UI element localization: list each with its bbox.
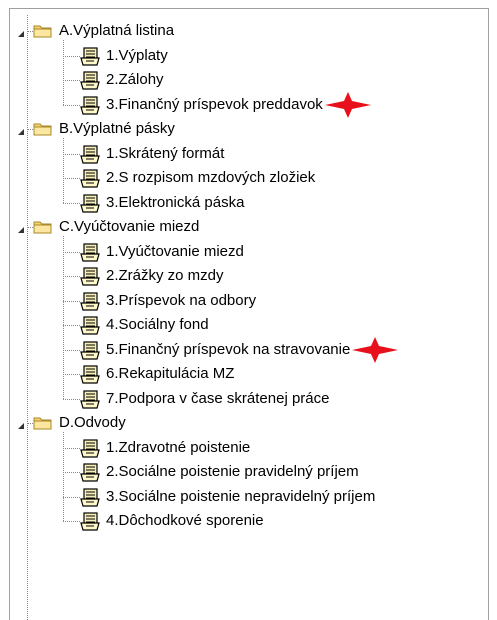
report-page-icon [80,267,102,286]
report-page-icon [80,71,102,90]
tree-connector [63,178,80,179]
expanded-triangle-icon[interactable] [16,124,26,135]
tree-item-label: 2.S rozpisom mzdových zložiek [106,169,316,186]
report-page-icon [80,95,102,115]
tree-item-label: 2.Zrážky zo mzdy [106,267,224,284]
tree-connector [63,472,80,473]
report-page-icon [80,463,102,482]
report-page-icon [80,144,102,164]
tree-item[interactable]: 3.Sociálne poistenie nepravidelný príjem [10,485,488,509]
tree-connector [63,374,80,375]
tree-item[interactable]: 1.Vyúčtovanie miezd [10,240,488,264]
tree-item[interactable]: 1.Zdravotné poistenie [10,436,488,460]
tree-item-label: 5.Finančný príspevok na stravovanie [106,340,351,358]
tree-group-a[interactable]: A.Výplatná listina [10,19,488,43]
report-page-icon [80,242,102,262]
tree-item[interactable]: 3.Príspevok na odbory [10,289,488,313]
tree-connector [63,55,80,57]
tree-connector [63,251,80,253]
tree-connector [63,496,80,498]
tree-connector [63,202,80,204]
tree-connector [63,447,80,449]
tree-item[interactable]: 6.Rekapitulácia MZ [10,362,488,386]
report-page-icon [80,438,102,458]
tree-item-label: 3.Príspevok na odbory [106,291,257,309]
report-page-icon [80,169,102,188]
tree-connector [63,349,80,351]
tree-group-label: A.Výplatná listina [59,22,175,39]
folder-icon [33,121,53,137]
tree-item-label: 3.Sociálne poistenie nepravidelný príjem [106,487,376,505]
tree-connector [63,521,80,522]
tree-item-label: 1.Výplaty [106,46,168,64]
tree-item-label: 1.Skrátený formát [106,144,225,162]
tree-item-label: 3.Finančný príspevok preddavok [106,95,323,113]
report-tree: A.Výplatná listina 1.Výplaty 2.Zálohy 3.Fin… [9,8,489,620]
report-page-icon [80,487,102,507]
tree-connector [63,236,64,399]
tree-connector [63,432,64,521]
tree-item[interactable]: 3.Elektronická páska [10,191,488,215]
tree-item-label: 2.Zálohy [106,71,164,88]
tree-connector [63,398,80,400]
expanded-triangle-icon[interactable] [16,418,26,429]
tree-item[interactable]: 5.Finančný príspevok na stravovanie [10,338,488,362]
tree-item[interactable]: 4.Sociálny fond [10,313,488,337]
tree-root-connector [27,15,28,620]
tree-connector [63,104,80,106]
tree-item[interactable]: 2.Zálohy [10,68,488,92]
tree-group-b[interactable]: B.Výplatné pásky [10,117,488,141]
tree-group-c[interactable]: C.Vyúčtovanie miezd [10,215,488,239]
tree-connector [63,80,80,81]
report-page-icon [80,316,102,335]
tree-connector [63,276,80,277]
tree-connector [63,138,64,203]
tree-item[interactable]: 2.S rozpisom mzdových zložiek [10,166,488,190]
tree-item[interactable]: 2.Zrážky zo mzdy [10,264,488,288]
tree-item[interactable]: 3.Finančný príspevok preddavok [10,93,488,117]
folder-icon [33,219,53,235]
tree-item-label: 2.Sociálne poistenie pravidelný príjem [106,463,359,480]
tree-item[interactable]: 1.Výplaty [10,44,488,68]
tree-item-label: 1.Zdravotné poistenie [106,438,251,456]
tree-item[interactable]: 2.Sociálne poistenie pravidelný príjem [10,460,488,484]
tree-group-label: B.Výplatné pásky [59,120,175,137]
tree-item-label: 7.Podpora v čase skrátenej práce [106,389,330,407]
folder-icon [33,23,53,39]
tree-item-label: 4.Dôchodkové sporenie [106,512,264,529]
tree-group-d[interactable]: D.Odvody [10,411,488,435]
report-page-icon [80,46,102,66]
report-page-icon [80,193,102,213]
tree-item[interactable]: 1.Skrátený formát [10,142,488,166]
tree-item-label: 3.Elektronická páska [106,193,245,211]
expanded-triangle-icon[interactable] [16,222,26,233]
tree-connector [63,153,80,155]
folder-icon [33,415,53,431]
tree-item-label: 1.Vyúčtovanie miezd [106,242,244,260]
tree-item[interactable]: 4.Dôchodkové sporenie [10,509,488,533]
tree-group-label: C.Vyúčtovanie miezd [59,218,200,235]
tree-connector [63,300,80,302]
tree-item-label: 4.Sociálny fond [106,316,209,333]
tree-connector [63,40,64,105]
tree-group-label: D.Odvody [59,414,126,431]
expanded-triangle-icon[interactable] [16,26,26,37]
tree-item-label: 6.Rekapitulácia MZ [106,365,235,382]
tree-connector [63,325,80,326]
report-page-icon [80,340,102,360]
tree-item[interactable]: 7.Podpora v čase skrátenej práce [10,387,488,411]
report-page-icon [80,512,102,531]
report-page-icon [80,365,102,384]
report-page-icon [80,389,102,409]
report-page-icon [80,291,102,311]
